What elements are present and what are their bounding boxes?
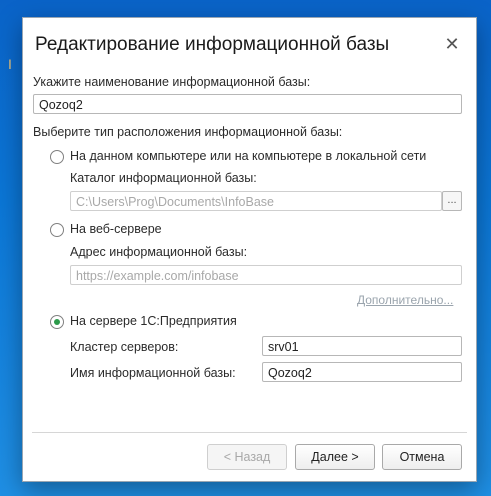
footer-separator xyxy=(32,432,467,433)
edit-infobase-dialog: Редактирование информационной базы ✕ Ука… xyxy=(22,17,477,482)
radio-web-label[interactable]: На веб-сервере xyxy=(70,222,162,236)
radio-local[interactable] xyxy=(50,150,64,164)
radio-server[interactable] xyxy=(50,315,64,329)
next-button[interactable]: Далее > xyxy=(295,444,375,470)
server-ib-name-label: Имя информационной базы: xyxy=(70,366,236,380)
dialog-title: Редактирование информационной базы xyxy=(35,34,390,55)
close-icon[interactable]: ✕ xyxy=(442,34,462,54)
text-cursor-icon: I xyxy=(8,56,12,72)
browse-button[interactable]: ... xyxy=(442,191,462,211)
web-address-input[interactable]: https://example.com/infobase xyxy=(70,265,462,285)
catalog-input[interactable]: C:\Users\Prog\Documents\InfoBase xyxy=(70,191,442,211)
location-type-label: Выберите тип расположения информационной… xyxy=(33,125,343,139)
web-address-label: Адрес информационной базы: xyxy=(70,245,248,259)
back-button[interactable]: < Назад xyxy=(207,444,287,470)
more-settings-link[interactable]: Дополнительно... xyxy=(357,293,453,307)
radio-server-label[interactable]: На сервере 1С:Предприятия xyxy=(70,314,237,328)
cancel-button[interactable]: Отмена xyxy=(382,444,462,470)
radio-web[interactable] xyxy=(50,223,64,237)
infobase-name-label: Укажите наименование информационной базы… xyxy=(33,75,311,89)
catalog-label: Каталог информационной базы: xyxy=(70,171,257,185)
cluster-label: Кластер серверов: xyxy=(70,340,179,354)
radio-local-label[interactable]: На данном компьютере или на компьютере в… xyxy=(70,149,426,163)
infobase-name-input[interactable]: Qozoq2 xyxy=(33,94,462,114)
server-ib-name-input[interactable]: Qozoq2 xyxy=(262,362,462,382)
cluster-input[interactable]: srv01 xyxy=(262,336,462,356)
